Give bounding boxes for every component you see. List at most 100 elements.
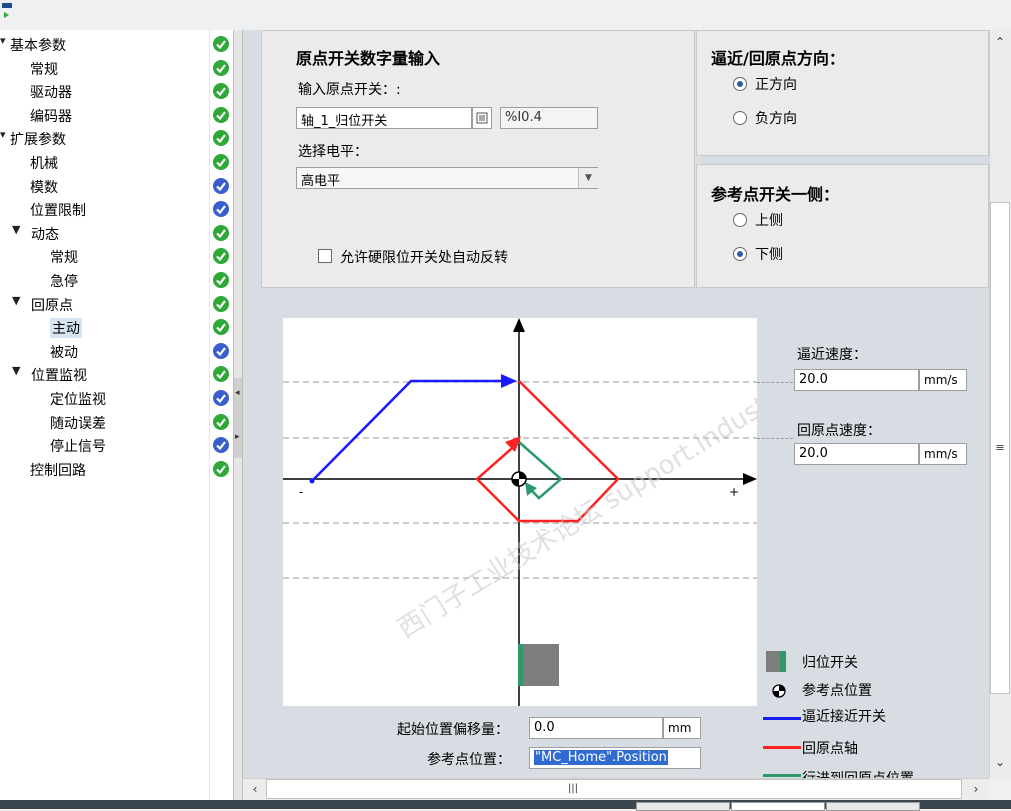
tree-item-17[interactable]: 停止信号 bbox=[0, 433, 233, 457]
tree-item-2[interactable]: 驱动器 bbox=[0, 79, 233, 103]
tree-item-14[interactable]: ▼ 位置监视 bbox=[0, 362, 233, 386]
reference-side-title: 参考点开关一侧： bbox=[711, 185, 840, 204]
tree-item-label: 驱动器 bbox=[30, 85, 72, 102]
tree-item-label: 被动 bbox=[50, 344, 78, 361]
scroll-right-icon[interactable]: › bbox=[966, 779, 986, 799]
ok-status-icon bbox=[213, 154, 229, 170]
home-switch-title: 原点开关数字量输入 bbox=[296, 49, 441, 68]
tree-item-label: 控制回路 bbox=[30, 462, 86, 479]
legend-home-switch-label: 归位开关 bbox=[802, 655, 858, 671]
tree-item-10[interactable]: 急停 bbox=[0, 268, 233, 292]
app-logo-icon bbox=[2, 3, 12, 18]
tree-item-9[interactable]: 常规 bbox=[0, 244, 233, 268]
homing-speed-label: 回原点速度： bbox=[797, 423, 881, 439]
direction-title: 逼近/回原点方向： bbox=[711, 49, 845, 68]
bottom-tab-active[interactable] bbox=[731, 802, 825, 811]
direction-positive-radio[interactable] bbox=[733, 77, 747, 91]
level-select[interactable]: 高电平 bbox=[296, 167, 598, 189]
tree-item-label: 定位监视 bbox=[50, 392, 106, 408]
homing-speed-input[interactable]: 20.0 bbox=[794, 443, 919, 465]
tree-item-0[interactable]: ▾ 基本参数 bbox=[0, 32, 233, 56]
start-offset-input[interactable]: 0.0 bbox=[529, 717, 663, 739]
scroll-up-icon[interactable]: ⌃ bbox=[990, 32, 1010, 52]
ok-status-icon bbox=[213, 319, 229, 336]
ok-status-icon bbox=[213, 130, 229, 147]
tree-item-15[interactable]: 定位监视 bbox=[0, 386, 233, 410]
auto-reverse-checkbox[interactable] bbox=[318, 249, 332, 263]
tree-item-label: 常规 bbox=[50, 250, 78, 267]
tree-item-5[interactable]: 机械 bbox=[0, 150, 233, 174]
start-offset-unit: mm bbox=[663, 717, 701, 739]
direction-positive-label: 正方向 bbox=[755, 77, 797, 93]
legend-reference-point-label: 参考点位置 bbox=[802, 683, 872, 699]
tree-item-11[interactable]: ▼ 回原点 bbox=[0, 292, 233, 316]
side-lower-radio[interactable] bbox=[733, 247, 747, 261]
side-upper-radio[interactable] bbox=[733, 213, 747, 227]
bottom-tab[interactable] bbox=[636, 802, 730, 811]
ok-status-icon bbox=[213, 295, 229, 312]
tree-item-16[interactable]: 随动误差 bbox=[0, 410, 233, 434]
tree-item-18[interactable]: 控制回路 bbox=[0, 457, 233, 481]
bottom-tab-2[interactable] bbox=[826, 802, 920, 811]
approach-speed-label: 逼近速度： bbox=[797, 347, 867, 363]
legend-homing-line bbox=[763, 746, 801, 749]
tree-item-1[interactable]: 常规 bbox=[0, 56, 233, 80]
collapse-left-icon[interactable]: ◂ bbox=[235, 388, 240, 398]
scroll-left-icon[interactable]: ‹ bbox=[245, 779, 265, 799]
reference-position-label: 参考点位置： bbox=[427, 752, 511, 768]
auto-reverse-label: 允许硬限位开关处自动反转 bbox=[340, 250, 508, 266]
axis-plus-label: + bbox=[729, 485, 739, 499]
tree-item-label: 编码器 bbox=[30, 108, 72, 125]
ok-status-icon bbox=[213, 460, 229, 477]
tree-item-label: 随动误差 bbox=[50, 415, 106, 432]
tree-item-label: 扩展参数 bbox=[10, 132, 66, 149]
expand-right-icon[interactable]: ▸ bbox=[235, 432, 240, 442]
ok-status-icon bbox=[213, 224, 229, 241]
tree-item-7[interactable]: 位置限制 bbox=[0, 197, 233, 221]
info-status-icon bbox=[213, 390, 229, 406]
direction-negative-radio[interactable] bbox=[733, 111, 747, 125]
ok-status-icon bbox=[213, 36, 229, 52]
home-switch-panel: 原点开关数字量输入 输入原点开关：: 轴_1_归位开关 %I0.4 选择电平： … bbox=[261, 30, 695, 288]
hscroll-grip-icon: ||| bbox=[567, 783, 579, 794]
tree-item-8[interactable]: ▼ 动态 bbox=[0, 221, 233, 245]
ok-status-icon bbox=[213, 366, 229, 383]
start-offset-label: 起始位置偏移量： bbox=[397, 722, 509, 738]
browse-tag-button[interactable] bbox=[472, 107, 492, 129]
reference-side-panel: 参考点开关一侧： 上侧 下侧 bbox=[696, 164, 989, 288]
top-toolbar bbox=[0, 0, 1011, 30]
scroll-grip-icon: ≡ bbox=[995, 441, 1005, 454]
direction-panel: 逼近/回原点方向： 正方向 负方向 bbox=[696, 30, 989, 156]
tree-item-6[interactable]: 模数 bbox=[0, 174, 233, 198]
tree-item-4[interactable]: ▾ 扩展参数 bbox=[0, 126, 233, 150]
info-status-icon bbox=[213, 342, 229, 359]
expand-arrow-icon[interactable]: ▾ bbox=[0, 34, 6, 47]
ok-status-icon bbox=[213, 413, 229, 430]
expand-arrow-icon[interactable]: ▾ bbox=[0, 128, 6, 141]
expand-arrow-icon[interactable]: ▼ bbox=[12, 223, 20, 236]
home-switch-icon bbox=[518, 644, 559, 686]
approach-speed-input[interactable]: 20.0 bbox=[794, 369, 919, 391]
tree-item-label: 位置限制 bbox=[30, 203, 86, 220]
tree-item-label: 机械 bbox=[30, 156, 58, 172]
scroll-down-icon[interactable]: ⌄ bbox=[990, 752, 1010, 772]
reference-position-input[interactable]: "MC_Home".Position bbox=[529, 747, 701, 769]
homing-speed-leader bbox=[757, 438, 793, 439]
tree-item-label: 急停 bbox=[50, 274, 78, 290]
tree-item-13[interactable]: 被动 bbox=[0, 339, 233, 363]
approach-speed-leader bbox=[757, 382, 793, 383]
side-upper-label: 上侧 bbox=[755, 213, 783, 229]
expand-arrow-icon[interactable]: ▼ bbox=[12, 364, 20, 377]
side-lower-label: 下侧 bbox=[755, 247, 783, 263]
legend-travel-label: 行进到回原点位置 bbox=[802, 768, 914, 778]
legend-travel-line bbox=[763, 774, 801, 777]
tree-item-label: 动态 bbox=[31, 226, 59, 243]
tag-list-icon bbox=[476, 112, 488, 124]
horizontal-scroll-thumb[interactable] bbox=[266, 779, 962, 799]
chevron-down-icon[interactable]: ▼ bbox=[578, 168, 598, 188]
tree-item-12[interactable]: 主动 bbox=[0, 315, 233, 339]
tree-item-3[interactable]: 编码器 bbox=[0, 103, 233, 127]
legend-home-switch-edge bbox=[780, 651, 786, 672]
expand-arrow-icon[interactable]: ▼ bbox=[12, 294, 20, 307]
home-switch-input[interactable]: 轴_1_归位开关 bbox=[296, 107, 472, 129]
